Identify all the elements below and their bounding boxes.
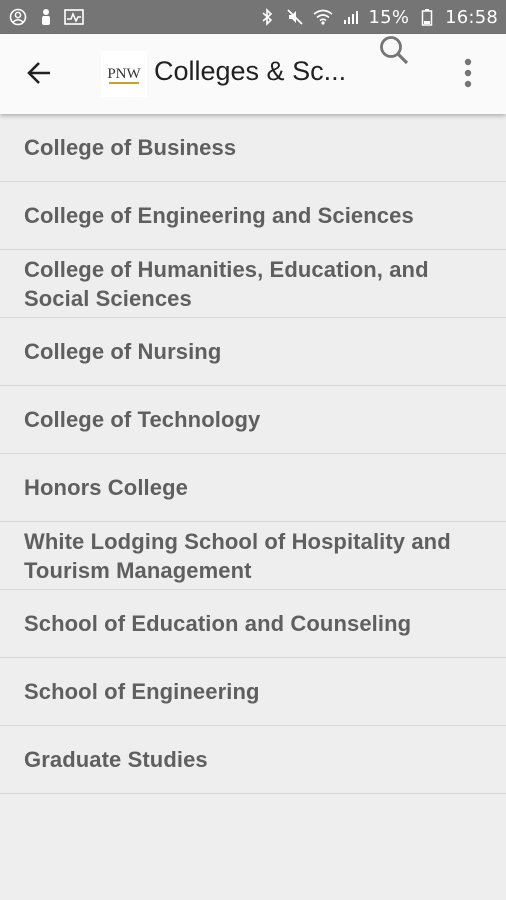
list-item[interactable]: College of Technology: [0, 386, 506, 454]
list-item-label: White Lodging School of Hospitality and …: [24, 528, 451, 583]
back-button[interactable]: [18, 54, 60, 96]
list-item[interactable]: College of Business: [0, 114, 506, 182]
overflow-menu-button[interactable]: [450, 54, 486, 96]
person-icon: [36, 7, 56, 27]
list-item[interactable]: Honors College: [0, 454, 506, 522]
battery-percent: 15%: [368, 6, 410, 28]
list-item-label: College of Business: [24, 135, 237, 160]
arrow-back-icon: [26, 60, 52, 91]
mute-icon: [285, 7, 305, 27]
signal-icon: [341, 7, 361, 27]
battery-icon: [417, 7, 437, 27]
activity-icon: [64, 7, 84, 27]
status-bar-left: [8, 7, 84, 27]
app-bar: PNW Colleges & Sc...: [0, 34, 506, 114]
list-item-label: College of Nursing: [24, 339, 222, 364]
logo-text: PNW: [106, 62, 142, 86]
list-item-label: Graduate Studies: [24, 747, 208, 772]
list-item[interactable]: White Lodging School of Hospitality and …: [0, 522, 506, 590]
list-item[interactable]: School of Engineering: [0, 658, 506, 726]
list-item[interactable]: College of Nursing: [0, 318, 506, 386]
status-bar-right: 15% 16:58: [257, 7, 498, 28]
search-button[interactable]: [372, 30, 416, 74]
list-item[interactable]: Graduate Studies: [0, 726, 506, 794]
status-bar: 15% 16:58: [0, 0, 506, 34]
bluetooth-icon: [257, 7, 277, 27]
more-vert-icon: [464, 58, 472, 93]
page-title: Colleges & Sc...: [154, 56, 347, 86]
list-item-label: School of Education and Counseling: [24, 611, 412, 636]
list-item-label: College of Humanities, Education, and So…: [24, 256, 429, 311]
list-item[interactable]: College of Humanities, Education, and So…: [0, 250, 506, 318]
list-item[interactable]: College of Engineering and Sciences: [0, 182, 506, 250]
list-item-label: College of Engineering and Sciences: [24, 203, 414, 228]
pnw-logo: PNW: [101, 51, 147, 97]
list-item-label: School of Engineering: [24, 679, 260, 704]
list-item-label: Honors College: [24, 475, 188, 500]
wifi-icon: [313, 7, 333, 27]
colleges-list: College of Business College of Engineeri…: [0, 114, 506, 794]
list-item[interactable]: School of Education and Counseling: [0, 590, 506, 658]
clock: 16:58: [445, 6, 498, 28]
account-circle-icon: [8, 7, 28, 27]
list-item-label: College of Technology: [24, 407, 261, 432]
search-icon: [378, 34, 410, 71]
